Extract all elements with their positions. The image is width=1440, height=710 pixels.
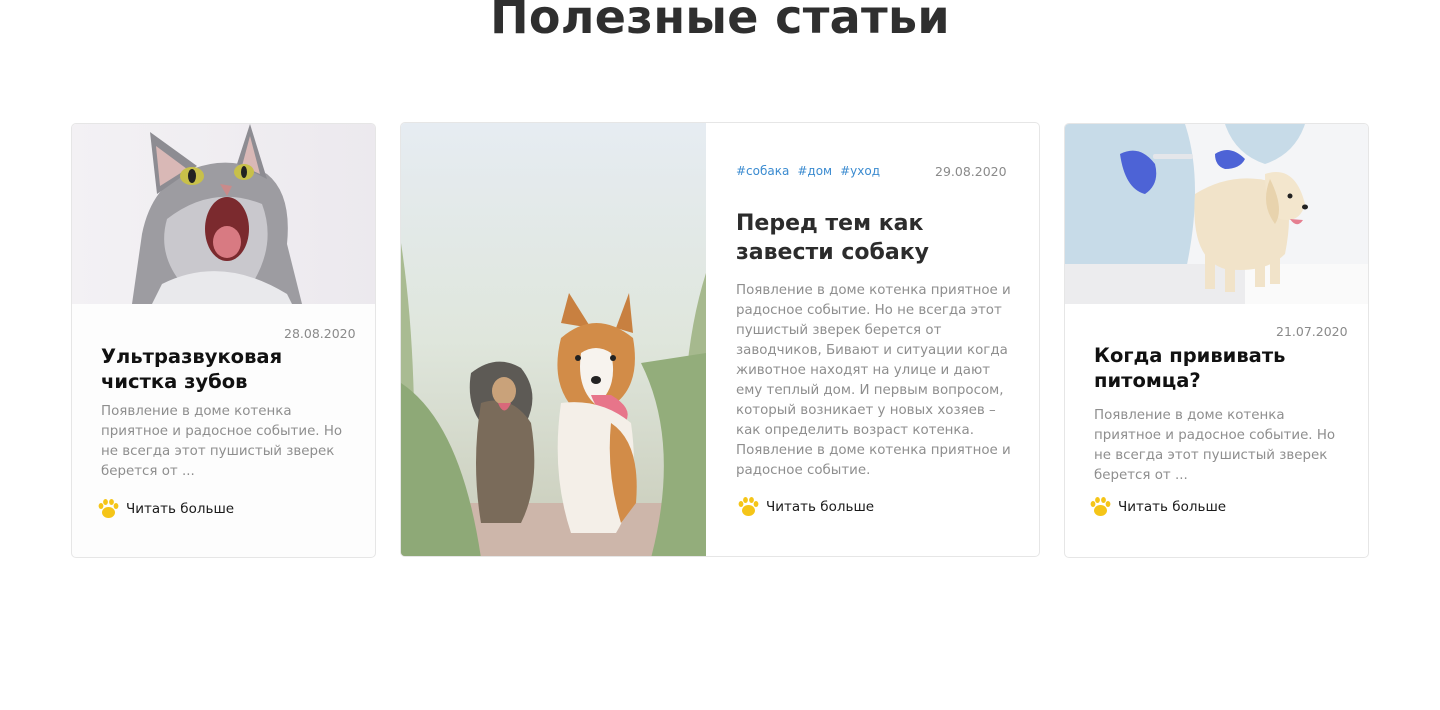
tag-link[interactable]: #собака xyxy=(736,164,789,178)
puppy-vet-photo xyxy=(1065,124,1368,304)
read-more-label: Читать больше xyxy=(766,499,875,515)
article-date: 28.08.2020 xyxy=(284,326,356,341)
article-excerpt: Появление в доме котенка приятное и радо… xyxy=(736,283,1011,478)
paw-icon xyxy=(98,499,119,518)
article-date: 21.07.2020 xyxy=(1276,324,1348,339)
article-title[interactable]: Ультразвуковая чистка зубов xyxy=(101,344,331,394)
read-more-link[interactable]: Читать больше xyxy=(96,497,234,521)
tag-link[interactable]: #дом xyxy=(797,164,832,178)
read-more-link[interactable]: Читать больше xyxy=(736,495,874,519)
read-more-label: Читать больше xyxy=(126,501,235,517)
paw-icon xyxy=(738,497,759,516)
section-title: Полезные статьи xyxy=(490,0,950,44)
article-excerpt: Появление в доме котенка приятное и радо… xyxy=(101,404,343,479)
tag-link[interactable]: #уход xyxy=(840,164,880,178)
read-more-label: Читать больше xyxy=(1118,499,1227,515)
paw-icon xyxy=(1090,497,1111,516)
read-more-link[interactable]: Читать больше xyxy=(1088,495,1226,519)
dogs-photo xyxy=(401,123,706,556)
article-title[interactable]: Перед тем как завести собаку xyxy=(736,209,996,267)
cat-photo xyxy=(72,124,375,304)
article-date: 29.08.2020 xyxy=(935,164,1007,179)
article-card[interactable]: 28.08.2020 Ультразвуковая чистка зубов П… xyxy=(71,123,376,558)
article-card[interactable]: 21.07.2020 Когда прививать питомца? Появ… xyxy=(1064,123,1369,558)
article-excerpt: Появление в доме котенка приятное и радо… xyxy=(1094,408,1336,483)
article-title[interactable]: Когда прививать питомца? xyxy=(1094,343,1324,393)
featured-article-card[interactable]: #собака #дом #уход 29.08.2020 Перед тем … xyxy=(400,122,1040,557)
article-tags: #собака #дом #уход xyxy=(736,164,880,178)
